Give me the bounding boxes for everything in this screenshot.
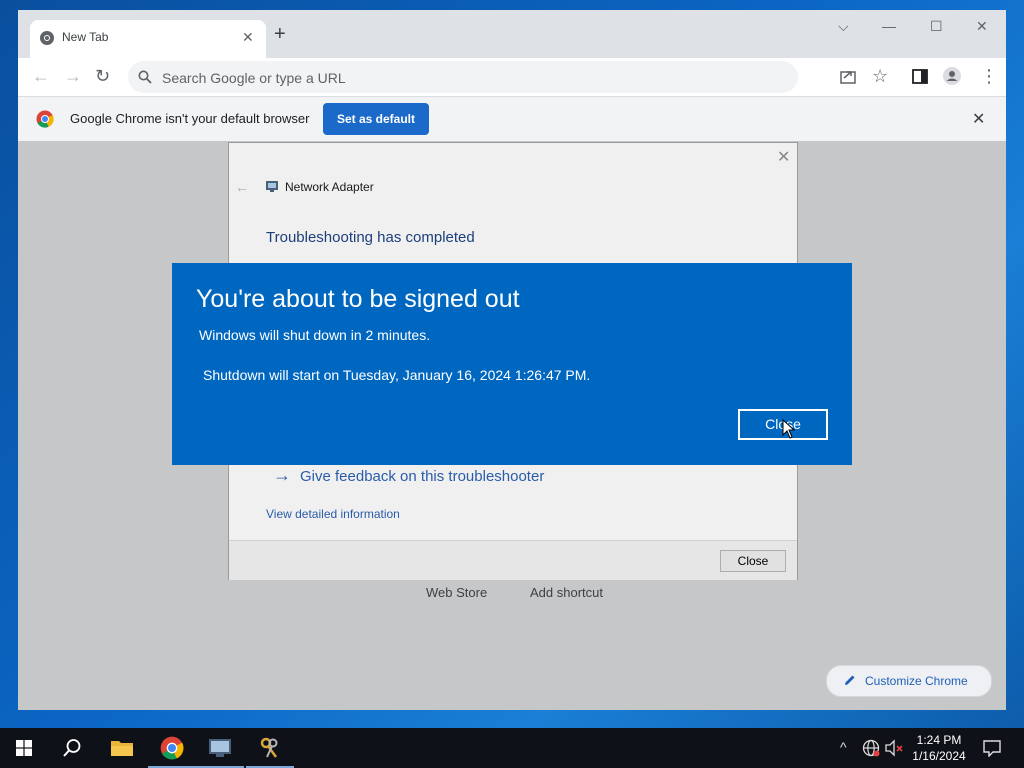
add-shortcut-link[interactable]: Add shortcut: [530, 585, 603, 600]
customize-chrome-button[interactable]: Customize Chrome: [826, 665, 992, 697]
network-globe-icon[interactable]: [862, 739, 880, 757]
show-hidden-icons-chevron-icon[interactable]: ^: [840, 739, 847, 755]
set-as-default-button[interactable]: Set as default: [323, 103, 429, 135]
side-panel-icon[interactable]: [910, 66, 930, 86]
dialog-close-icon[interactable]: ✕: [777, 147, 790, 167]
clock-date: 1/16/2024: [912, 749, 966, 763]
bookmark-star-icon[interactable]: ☆: [872, 66, 888, 86]
feedback-link[interactable]: Give feedback on this troubleshooter: [300, 468, 544, 485]
keys-app-taskbar-button[interactable]: [246, 728, 294, 768]
dialog-breadcrumb: Network Adapter: [285, 180, 374, 194]
mouse-cursor-icon: [782, 419, 796, 439]
keys-icon: [260, 737, 278, 758]
network-adapter-icon: [266, 181, 278, 192]
maximize-icon[interactable]: ☐: [930, 18, 943, 35]
close-window-icon[interactable]: ✕: [976, 18, 988, 35]
arrow-right-icon: →: [273, 465, 291, 485]
pencil-icon: [845, 675, 855, 685]
signout-notice: You're about to be signed out Windows wi…: [172, 263, 852, 465]
view-details-link[interactable]: View detailed information: [266, 507, 400, 521]
notice-title: You're about to be signed out: [196, 285, 520, 313]
forward-arrow-icon[interactable]: →: [64, 66, 82, 86]
chrome-logo-icon: [36, 110, 54, 128]
toolbar: ← → ↻ ☆ ⋮: [18, 58, 1006, 96]
web-store-shortcut[interactable]: Web Store: [426, 585, 487, 600]
infobar-close-icon[interactable]: ✕: [972, 109, 985, 129]
chrome-favicon-icon: [40, 31, 54, 45]
customize-label: Customize Chrome: [865, 674, 968, 688]
taskbar: ^ 1:24 PM 1/16/2024: [0, 728, 1024, 768]
network-adapter-icon: [209, 739, 231, 757]
chrome-logo-icon: [160, 736, 184, 760]
dialog-heading: Troubleshooting has completed: [266, 229, 475, 246]
omnibox-input[interactable]: [160, 61, 784, 95]
clock-time: 1:24 PM: [916, 733, 962, 747]
dialog-footer: Close: [229, 540, 797, 580]
notice-message: Windows will shut down in 2 minutes.: [199, 327, 431, 343]
search-icon: [63, 739, 81, 757]
tab-strip: New Tab ✕ + ⌵ — ☐ ✕: [18, 10, 1006, 58]
default-browser-infobar: Google Chrome isn't your default browser…: [18, 96, 1006, 142]
share-icon[interactable]: [838, 66, 858, 86]
tab-close-icon[interactable]: ✕: [242, 29, 254, 46]
taskbar-clock[interactable]: 1:24 PM 1/16/2024: [906, 732, 972, 764]
menu-kebab-icon[interactable]: ⋮: [980, 66, 998, 86]
search-icon: [138, 70, 152, 84]
notice-shutdown-time: Shutdown will start on Tuesday, January …: [203, 367, 591, 383]
omnibox[interactable]: [128, 61, 798, 95]
new-tab-plus-icon[interactable]: +: [274, 24, 286, 44]
tab-title: New Tab: [62, 30, 109, 44]
file-explorer-taskbar-button[interactable]: [98, 728, 146, 768]
chrome-taskbar-button[interactable]: [148, 728, 196, 768]
minimize-icon[interactable]: —: [882, 18, 896, 34]
search-taskbar-button[interactable]: [48, 728, 96, 768]
start-button[interactable]: [0, 728, 48, 768]
tab-new-tab[interactable]: New Tab ✕: [30, 20, 266, 58]
dialog-close-button[interactable]: Close: [720, 550, 786, 572]
back-arrow-icon[interactable]: ←: [32, 66, 50, 86]
windows-logo-icon: [16, 740, 32, 756]
folder-icon: [111, 741, 133, 756]
reload-icon[interactable]: ↻: [95, 66, 110, 86]
infobar-message: Google Chrome isn't your default browser: [70, 111, 310, 126]
troubleshooter-taskbar-button[interactable]: [196, 728, 244, 768]
dialog-back-arrow-icon[interactable]: ←: [235, 179, 249, 195]
profile-avatar-icon[interactable]: [942, 66, 962, 86]
tab-search-chevron-icon[interactable]: ⌵: [838, 18, 849, 35]
volume-muted-icon[interactable]: [884, 739, 904, 757]
action-center-notification-icon[interactable]: [982, 739, 1002, 757]
